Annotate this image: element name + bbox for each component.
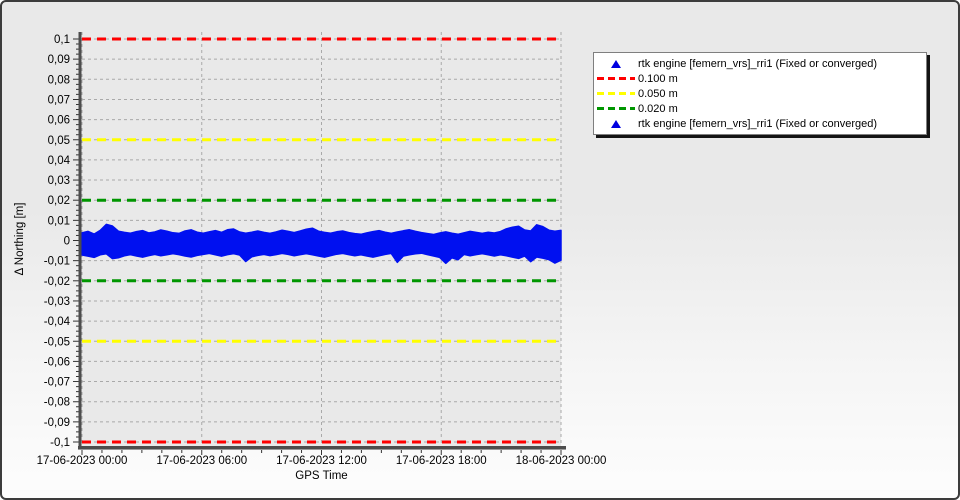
x-axis-line [78,446,566,449]
legend-item-2[interactable]: 0.050 m [594,86,926,101]
y-tick-label: 0,1 [54,34,70,46]
legend-item-label: rtk engine [femern_vrs]_rri1 (Fixed or c… [638,117,878,130]
y-tick-label: 0,09 [48,54,70,66]
legend-marker-shape [611,119,621,128]
triangle-marker-icon [594,119,638,128]
legend-marker-shape [597,77,635,80]
legend-marker-shape [597,107,635,110]
y-tick-label: -0,05 [44,336,70,348]
dashed-line-marker-icon [594,92,638,95]
y-tick-label: 0,08 [48,74,70,86]
y-tick-label: -0,06 [44,356,70,368]
legend-item-1[interactable]: 0.100 m [594,71,926,86]
y-tick-label: -0,09 [44,417,70,429]
x-tick-label: 18-06-2023 00:00 [516,455,607,467]
legend-marker-shape [597,92,635,95]
y-axis-line [78,32,82,449]
y-axis-title: Δ Northing [m] [14,203,26,276]
x-axis-title: GPS Time [295,470,347,482]
y-tick-label: 0 [64,236,70,248]
y-tick-label: 0,02 [48,195,70,207]
triangle-marker-icon [594,59,638,68]
legend-box: rtk engine [femern_vrs]_rri1 (Fixed or c… [593,52,927,135]
y-tick-label: -0,03 [44,296,70,308]
x-axis-shade [78,449,566,450]
y-tick-label: -0,04 [44,316,71,328]
legend-item-label: 0.020 m [638,102,678,115]
y-tick-label: -0,02 [44,276,70,288]
y-tick-label: 0,04 [48,155,71,167]
y-tick-label: 0,07 [48,94,70,106]
legend-item-0[interactable]: rtk engine [femern_vrs]_rri1 (Fixed or c… [594,56,926,71]
y-tick-label: 0,03 [48,175,70,187]
x-tick-label: 17-06-2023 12:00 [276,455,367,467]
dashed-line-marker-icon [594,107,638,110]
y-tick-label: 0,01 [48,215,70,227]
legend-marker-shape [611,59,621,68]
x-tick-label: 17-06-2023 00:00 [37,455,128,467]
x-tick-label: 17-06-2023 06:00 [156,455,247,467]
legend-item-4[interactable]: rtk engine [femern_vrs]_rri1 (Fixed or c… [594,116,926,131]
legend-item-3[interactable]: 0.020 m [594,101,926,116]
chart-window: 0,1 0,09 0,08 0,07 0,06 0,05 0,04 0,03 0,02 0,01 0… [0,0,960,500]
dashed-line-marker-icon [594,77,638,80]
y-tick-label: -0,1 [50,437,70,449]
x-tick-label: 17-06-2023 18:00 [396,455,487,467]
y-tick-label: -0,07 [44,377,70,389]
y-tick-label: 0,05 [48,135,70,147]
y-tick-label: 0,06 [48,115,70,127]
legend-item-label: 0.100 m [638,72,678,85]
y-tick-label: -0,01 [44,256,70,268]
y-tick-label: -0,08 [44,397,70,409]
legend-item-label: 0.050 m [638,87,678,100]
legend-item-label: rtk engine [femern_vrs]_rri1 (Fixed or c… [638,57,878,70]
